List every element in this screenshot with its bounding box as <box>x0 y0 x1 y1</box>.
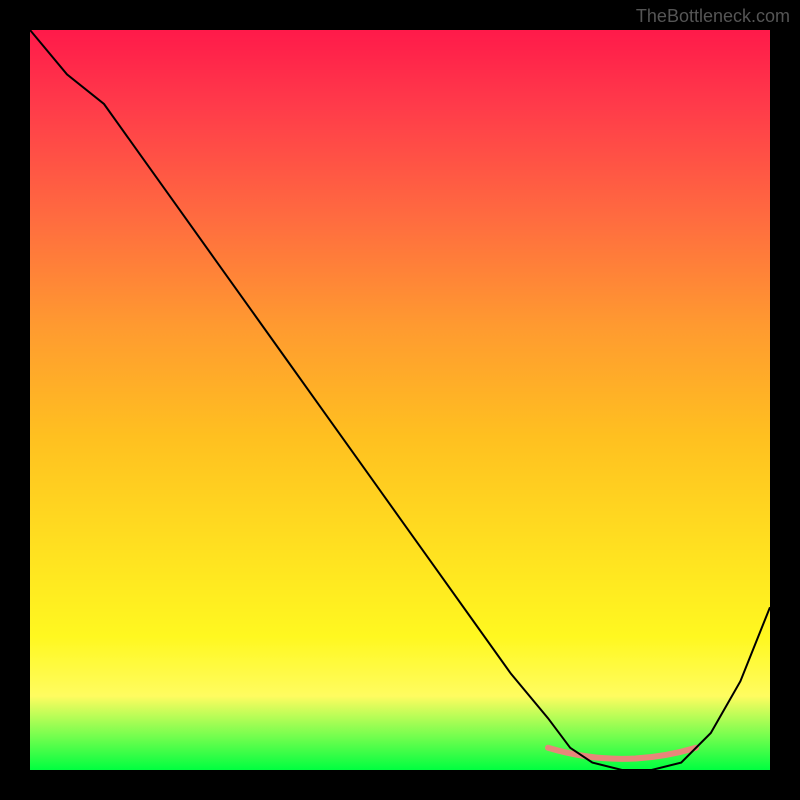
accent-band <box>548 748 696 759</box>
bottleneck-curve <box>30 30 770 770</box>
chart-svg <box>30 30 770 770</box>
watermark-text: TheBottleneck.com <box>636 6 790 27</box>
chart-plot-area <box>30 30 770 770</box>
